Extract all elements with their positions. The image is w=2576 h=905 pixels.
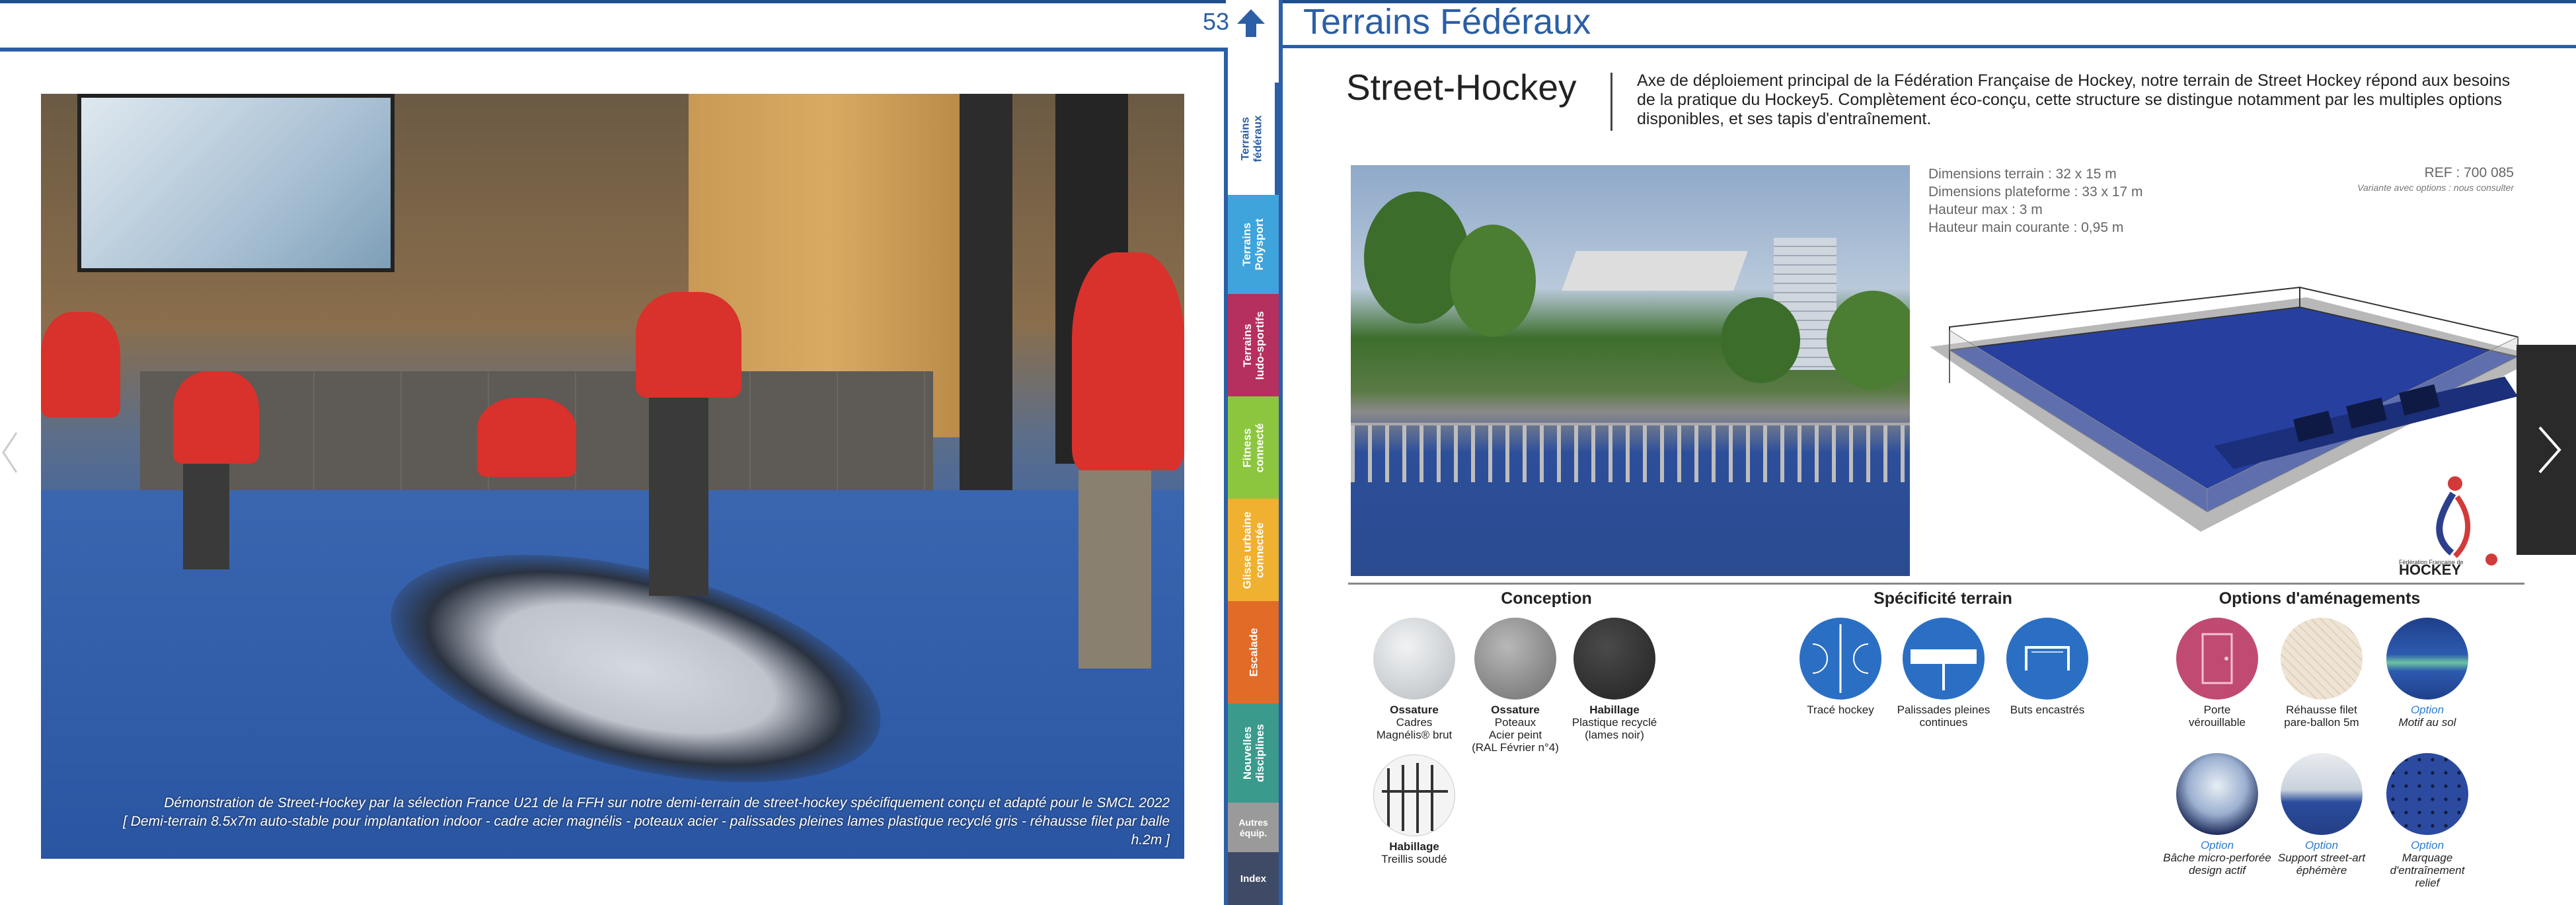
chevron-right-icon <box>2538 426 2561 474</box>
tab-glisse-urbaine[interactable]: Glisse urbaine connectée <box>1228 499 1279 601</box>
tab-fitness-connecte[interactable]: Fitness connecté <box>1228 396 1279 499</box>
product-ref: REF : 700 085 Variante avec options : no… <box>2357 165 2514 193</box>
category-tabs: Terrains fédéraux Terrains Polysport Terra… <box>1228 83 1279 905</box>
ffh-logo: Fédération Française de HOCKEY <box>2399 476 2497 576</box>
specificite-item-buts: Buts encastrés <box>1991 618 2103 716</box>
option-item-porte: Porte vérouillable <box>2161 618 2273 729</box>
pitch-render-photo <box>1351 165 1910 576</box>
training-mat-icon <box>2386 753 2468 835</box>
option-item-street-art: Option Support street-art éphémère <box>2265 753 2378 877</box>
specificite-title: Spécificité terrain <box>1874 589 2012 608</box>
floor-pattern-icon <box>2386 618 2468 700</box>
hockey-pitch-icon <box>1799 618 1881 700</box>
texture-acier-icon <box>1474 618 1556 700</box>
tab-terrains-polysport[interactable]: Terrains Polysport <box>1228 195 1279 294</box>
tab-terrains-ludo-sportifs[interactable]: Terrains ludo-sportifs <box>1228 294 1279 396</box>
street-art-icon <box>2281 753 2363 835</box>
option-item-motif: Option Motif au sol <box>2371 618 2483 729</box>
video-screen <box>77 94 395 272</box>
page-number: 53 <box>1202 8 1229 35</box>
conception-item-poteaux: Ossature Poteaux Acier peint (RAL Févrie… <box>1459 618 1572 754</box>
conception-item-treillis: Habillage Treillis soudé <box>1358 754 1470 865</box>
tab-index[interactable]: Index <box>1228 852 1279 905</box>
conception-item-cadres: Ossature Cadres Magnélis® brut <box>1358 618 1470 741</box>
conception-item-lames: Habillage Plastique recyclé (lames noir) <box>1558 618 1671 741</box>
title-separator <box>1610 73 1612 131</box>
goal-icon <box>2006 618 2088 700</box>
option-item-marquage: Option Marquage d'entraînement relief <box>2371 753 2483 889</box>
options-title: Options d'aménagements <box>2218 589 2421 608</box>
treillis-icon <box>1373 754 1455 836</box>
chevron-left-icon[interactable] <box>0 416 20 489</box>
tab-nouvelles-disciplines[interactable]: Nouvelles disciplines <box>1228 704 1279 803</box>
option-item-bache: Option Bâche micro-perforée design actif <box>2161 753 2273 877</box>
tab-escalade[interactable]: Escalade <box>1228 601 1279 704</box>
section-divider <box>1348 583 2524 585</box>
banner-design-icon <box>2176 753 2258 835</box>
texture-plastique-icon <box>1573 618 1655 700</box>
texture-magnelis-icon <box>1373 618 1455 700</box>
option-item-rehausse: Réhausse filet pare-ballon 5m <box>2265 618 2378 729</box>
header-rule-left <box>0 48 1227 52</box>
door-icon <box>2176 618 2258 700</box>
product-title: Street-Hockey <box>1346 67 1577 108</box>
product-intro: Axe de déploiement principal de la Fédér… <box>1637 71 2511 128</box>
next-page-button[interactable] <box>2517 345 2576 555</box>
header-rule-right <box>1279 45 2576 48</box>
specificite-item-trace: Tracé hockey <box>1784 618 1897 716</box>
dimensions-list: Dimensions terrain : 32 x 15 m Dimension… <box>1928 166 2143 235</box>
right-page-border <box>1279 0 1283 905</box>
conception-title: Conception <box>1501 589 1592 608</box>
svg-text:HOCKEY: HOCKEY <box>2399 561 2461 576</box>
palissade-icon <box>1903 618 1985 700</box>
specificite-item-palissades: Palissades pleines continues <box>1887 618 2000 729</box>
section-title: Terrains Fédéraux <box>1303 2 1591 42</box>
street-hockey-photo: Démonstration de Street-Hockey par la sé… <box>41 94 1184 859</box>
photo-caption: Démonstration de Street-Hockey par la sé… <box>123 795 1170 848</box>
net-icon <box>2281 618 2363 700</box>
arrow-up-icon[interactable] <box>1234 7 1268 40</box>
top-rule-left <box>0 0 1226 3</box>
tab-terrains-federaux[interactable]: Terrains fédéraux <box>1228 83 1279 195</box>
tab-autres-equip[interactable]: Autres équip. <box>1228 803 1279 852</box>
